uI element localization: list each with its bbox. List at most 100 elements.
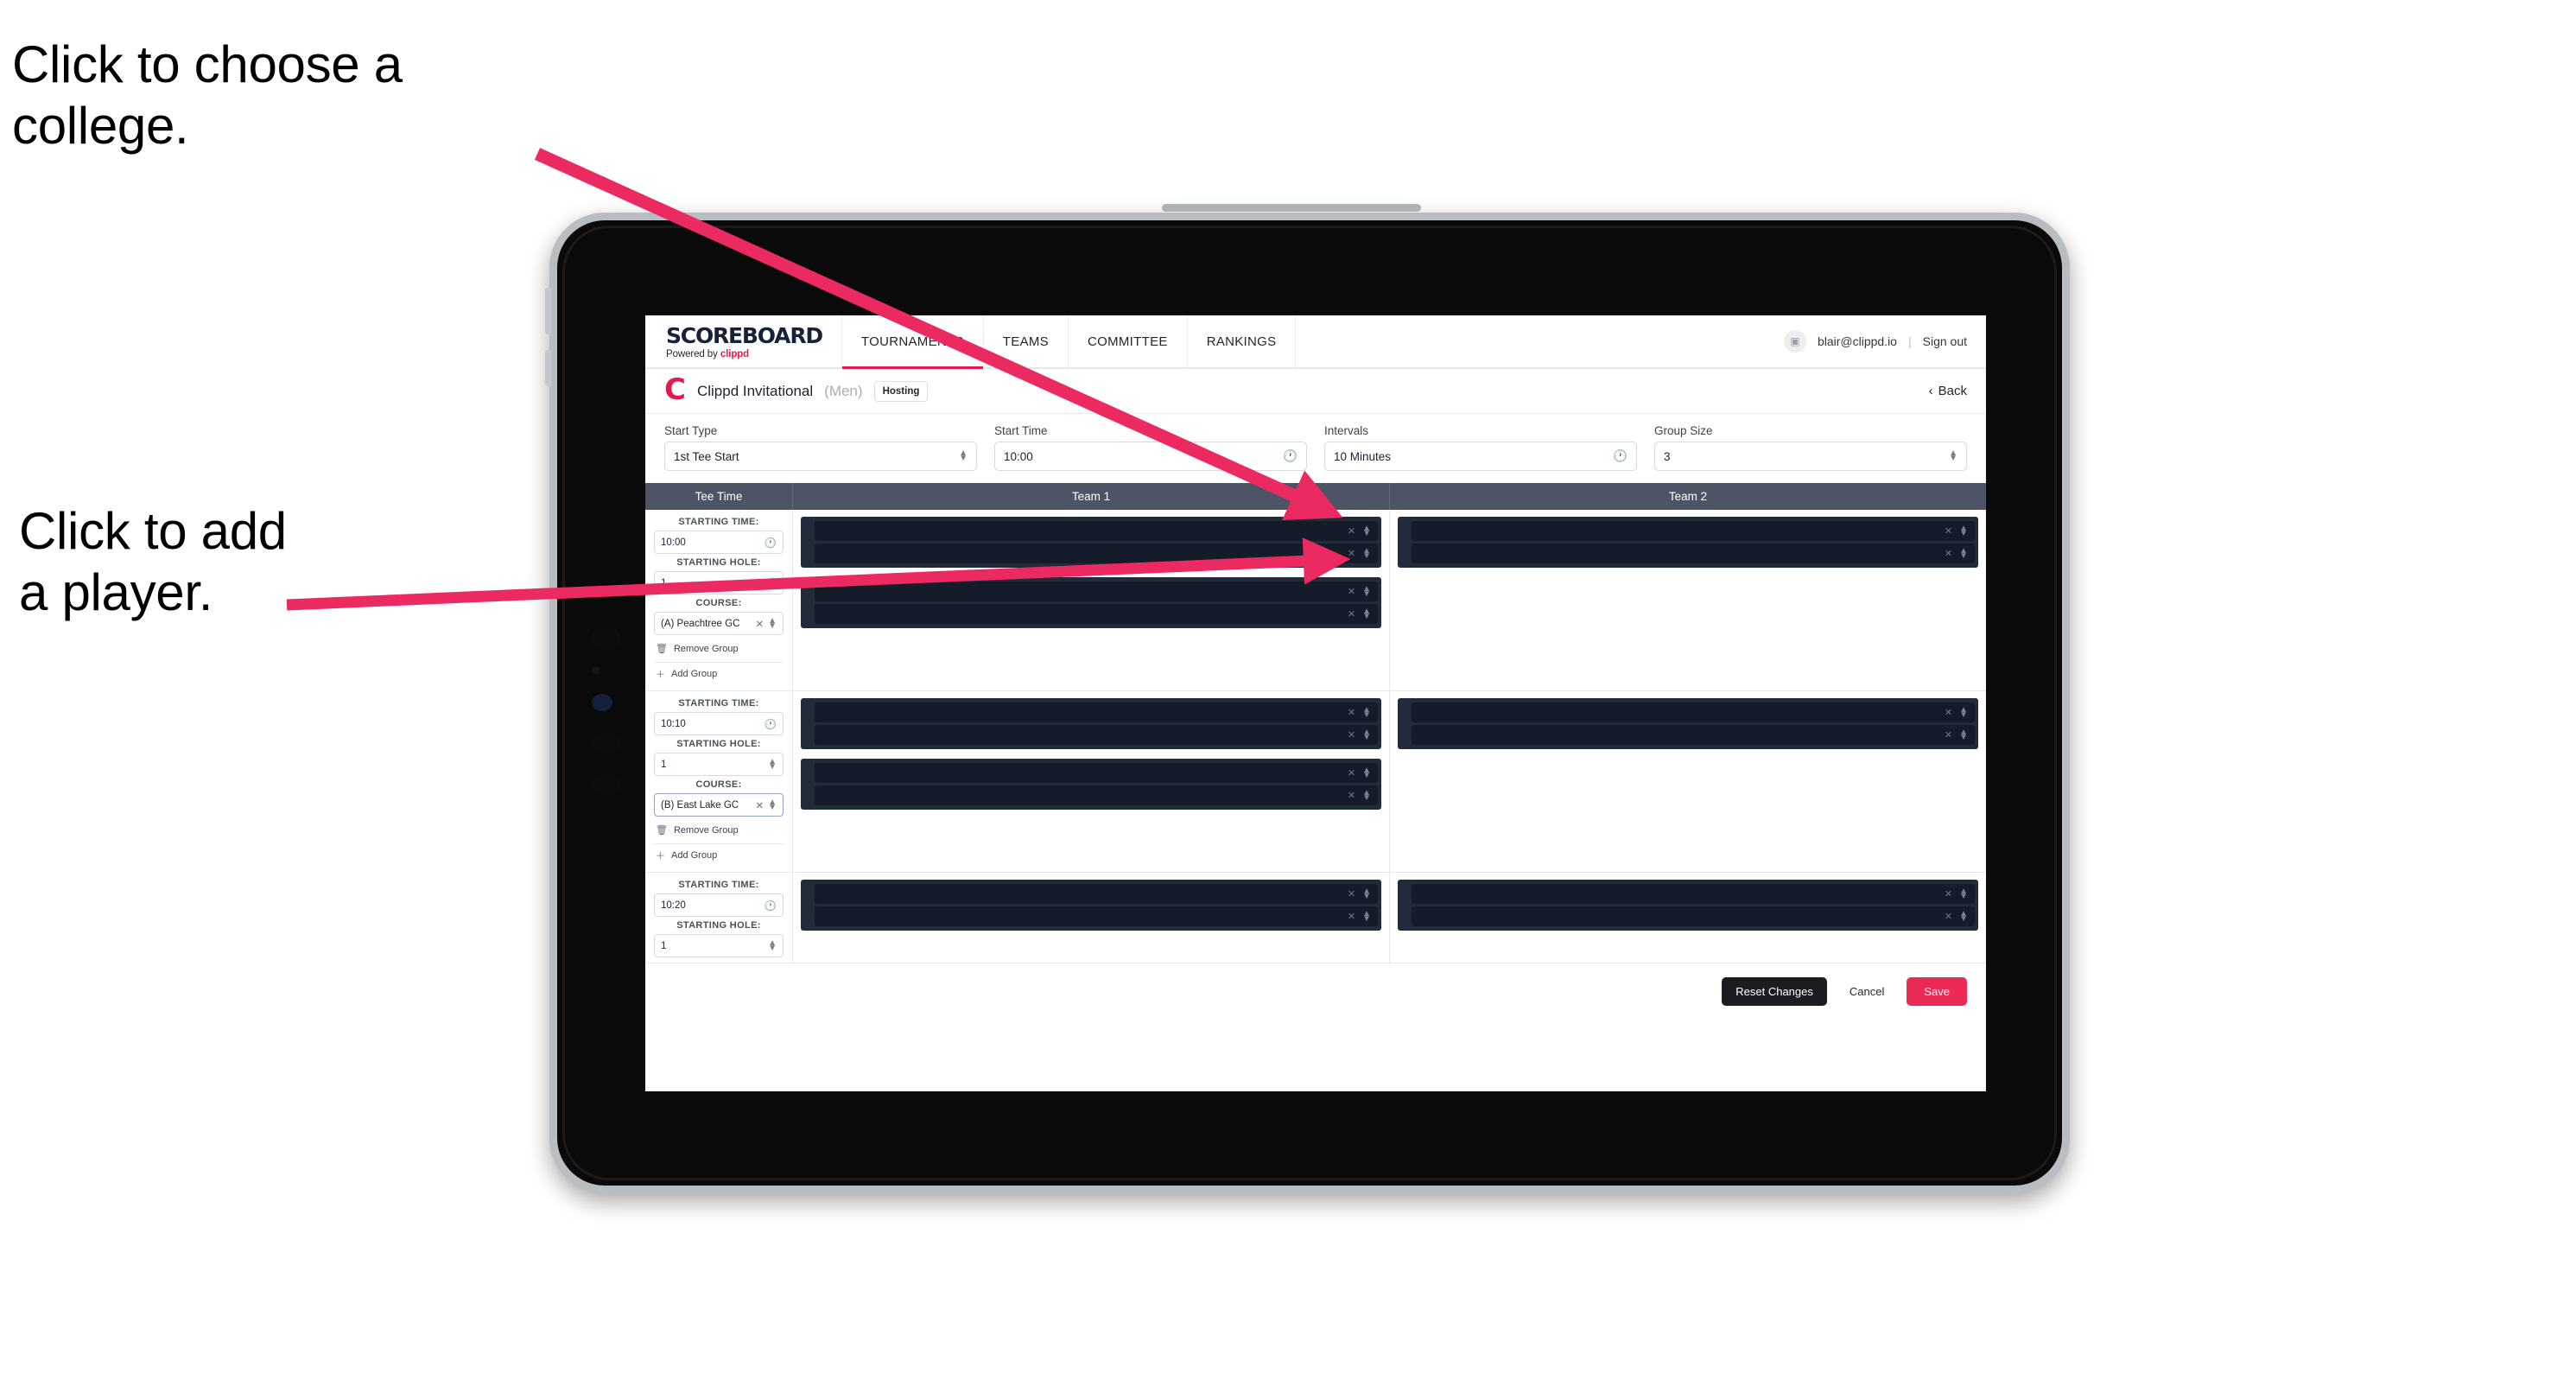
close-icon[interactable]: ✕ <box>1348 707 1355 718</box>
stepper-icon[interactable]: ▲ ▼ <box>1959 524 1968 537</box>
close-icon[interactable]: ✕ <box>755 618 764 630</box>
stepper-icon[interactable]: ▲ ▼ <box>1959 546 1968 560</box>
remove-group-button[interactable]: 🗑 Remove Group <box>654 639 784 658</box>
close-icon[interactable]: ✕ <box>1348 608 1355 620</box>
course-select[interactable]: (A) Peachtree GC ✕ ▲ ▼ <box>654 612 784 635</box>
close-icon[interactable]: ✕ <box>1348 888 1355 900</box>
add-group-button[interactable]: ＋ Add Group <box>654 662 784 685</box>
stepper-icon[interactable]: ▲ ▼ <box>1959 728 1968 741</box>
callout-choose-college: Click to choose a college. <box>12 35 403 155</box>
close-icon[interactable]: ✕ <box>1945 729 1952 741</box>
stepper-icon[interactable]: ▲ ▼ <box>768 616 777 630</box>
close-icon[interactable]: ✕ <box>1348 586 1355 597</box>
stepper-icon[interactable]: ▲ ▼ <box>1362 728 1371 741</box>
player-slot[interactable]: ✕ ▲ ▼ <box>815 703 1378 722</box>
stepper-icon[interactable]: ▲ ▼ <box>768 575 777 589</box>
player-slot[interactable]: ✕ ▲ ▼ <box>1412 725 1975 745</box>
player-slot[interactable]: ✕ ▲ ▼ <box>1412 544 1975 563</box>
clock-icon[interactable]: 🕐 <box>1613 449 1627 463</box>
close-icon[interactable]: ✕ <box>1348 548 1355 559</box>
nav-tab-teams[interactable]: TEAMS <box>984 315 1069 367</box>
player-slot[interactable]: ✕ ▲ ▼ <box>815 884 1378 904</box>
close-icon[interactable]: ✕ <box>1945 525 1952 537</box>
close-icon[interactable]: ✕ <box>1348 525 1355 537</box>
close-icon[interactable]: ✕ <box>755 799 764 811</box>
close-icon[interactable]: ✕ <box>1348 911 1355 922</box>
save-button[interactable]: Save <box>1907 977 1967 1006</box>
stepper-icon[interactable]: ▲ ▼ <box>1362 524 1371 537</box>
stepper-icon[interactable]: ▲ ▼ <box>1959 705 1968 719</box>
close-icon[interactable]: ✕ <box>1945 707 1952 718</box>
close-icon[interactable]: ✕ <box>1348 767 1355 779</box>
close-icon[interactable]: ✕ <box>1945 548 1952 559</box>
field-group-size-label: Group Size <box>1654 424 1713 437</box>
player-slot[interactable]: ✕ ▲ ▼ <box>815 582 1378 601</box>
stepper-icon[interactable]: ▲ ▼ <box>768 938 777 952</box>
player-group: ✕ ▲ ▼ ✕ ▲ ▼ <box>1398 517 1978 568</box>
close-icon[interactable]: ✕ <box>1348 790 1355 801</box>
player-slot[interactable]: ✕ ▲ ▼ <box>1412 703 1975 722</box>
starting-hole-stepper[interactable]: 1 ▲ ▼ <box>654 934 784 957</box>
user-avatar-icon[interactable]: ▣ <box>1783 330 1806 353</box>
intervals-input[interactable]: 10 Minutes 🕐 <box>1324 442 1637 471</box>
stepper-icon[interactable]: ▲ ▼ <box>1362 887 1371 900</box>
back-button[interactable]: ‹ Back <box>1929 384 1967 398</box>
stepper-icon[interactable]: ▲ ▼ <box>1949 449 1957 463</box>
stepper-icon[interactable]: ▲ ▼ <box>1362 766 1371 779</box>
stepper-icon[interactable]: ▲ ▼ <box>959 449 968 463</box>
stepper-icon[interactable]: ▲ ▼ <box>1362 705 1371 719</box>
nav-tab-committee[interactable]: COMMITTEE <box>1069 315 1188 367</box>
player-slot[interactable]: ✕ ▲ ▼ <box>1412 884 1975 904</box>
stepper-icon[interactable]: ▲ ▼ <box>768 798 777 811</box>
starting-time-input[interactable]: 10:10 🕐 <box>654 712 784 735</box>
group-size-stepper[interactable]: 3 ▲ ▼ <box>1654 442 1967 471</box>
player-slot[interactable]: ✕ ▲ ▼ <box>1412 906 1975 926</box>
clock-icon[interactable]: 🕐 <box>765 900 777 912</box>
status-badge: Hosting <box>873 380 929 402</box>
brand-logo[interactable]: SCOREBOARD Powered by clippd <box>645 315 841 367</box>
player-slot[interactable]: ✕ ▲ ▼ <box>815 544 1378 563</box>
stepper-icon[interactable]: ▲ ▼ <box>1362 607 1371 620</box>
player-slot[interactable]: ✕ ▲ ▼ <box>1412 521 1975 541</box>
nav-tab-list: TOURNAMENTS TEAMS COMMITTEE RANKINGS <box>841 315 1297 369</box>
settings-filter-row: Start Type 1st Tee Start ▲ ▼ Start Time 1… <box>645 414 1986 483</box>
start-type-select[interactable]: 1st Tee Start ▲ ▼ <box>664 442 977 471</box>
close-icon[interactable]: ✕ <box>1348 729 1355 741</box>
stepper-icon[interactable]: ▲ ▼ <box>1362 788 1371 802</box>
clock-icon[interactable]: 🕐 <box>765 537 777 549</box>
column-header-tee-time: Tee Time <box>645 483 793 510</box>
stepper-icon[interactable]: ▲ ▼ <box>1959 887 1968 900</box>
clock-icon[interactable]: 🕐 <box>1283 449 1298 463</box>
player-slot[interactable]: ✕ ▲ ▼ <box>815 725 1378 745</box>
close-icon[interactable]: ✕ <box>1945 911 1952 922</box>
player-slot[interactable]: ✕ ▲ ▼ <box>815 604 1378 624</box>
player-slot[interactable]: ✕ ▲ ▼ <box>815 906 1378 926</box>
add-group-button[interactable]: ＋ Add Group <box>654 843 784 867</box>
stepper-icon[interactable]: ▲ ▼ <box>1959 909 1968 923</box>
player-slot[interactable]: ✕ ▲ ▼ <box>815 763 1378 783</box>
stepper-icon[interactable]: ▲ ▼ <box>1362 584 1371 598</box>
reset-changes-button[interactable]: Reset Changes <box>1722 977 1827 1006</box>
tee-time-cell: STARTING TIME: 10:00 🕐 STARTING HOLE: 1 ▲ ▼ COU… <box>645 510 793 690</box>
player-slot[interactable]: ✕ ▲ ▼ <box>815 521 1378 541</box>
clock-icon[interactable]: 🕐 <box>765 718 777 730</box>
close-icon[interactable]: ✕ <box>1945 888 1952 900</box>
stepper-icon[interactable]: ▲ ▼ <box>1362 546 1371 560</box>
starting-hole-stepper[interactable]: 1 ▲ ▼ <box>654 753 784 776</box>
sign-out-link[interactable]: Sign out <box>1923 334 1967 348</box>
cancel-button[interactable]: Cancel <box>1841 977 1893 1006</box>
player-slot[interactable]: ✕ ▲ ▼ <box>815 785 1378 805</box>
starting-time-input[interactable]: 10:00 🕐 <box>654 531 784 554</box>
nav-tab-rankings[interactable]: RANKINGS <box>1188 315 1297 367</box>
brand-powered-name: clippd <box>720 349 750 359</box>
starting-time-input[interactable]: 10:20 🕐 <box>654 893 784 917</box>
remove-group-button[interactable]: 🗑 Remove Group <box>654 820 784 840</box>
start-time-input[interactable]: 10:00 🕐 <box>994 442 1307 471</box>
course-select[interactable]: (B) East Lake GC ✕ ▲ ▼ <box>654 793 784 817</box>
back-button-label: Back <box>1938 384 1967 398</box>
stepper-icon[interactable]: ▲ ▼ <box>768 757 777 771</box>
tablet-sensor-c <box>592 732 621 754</box>
starting-hole-stepper[interactable]: 1 ▲ ▼ <box>654 571 784 594</box>
nav-tab-tournaments[interactable]: TOURNAMENTS <box>841 315 984 369</box>
stepper-icon[interactable]: ▲ ▼ <box>1362 909 1371 923</box>
